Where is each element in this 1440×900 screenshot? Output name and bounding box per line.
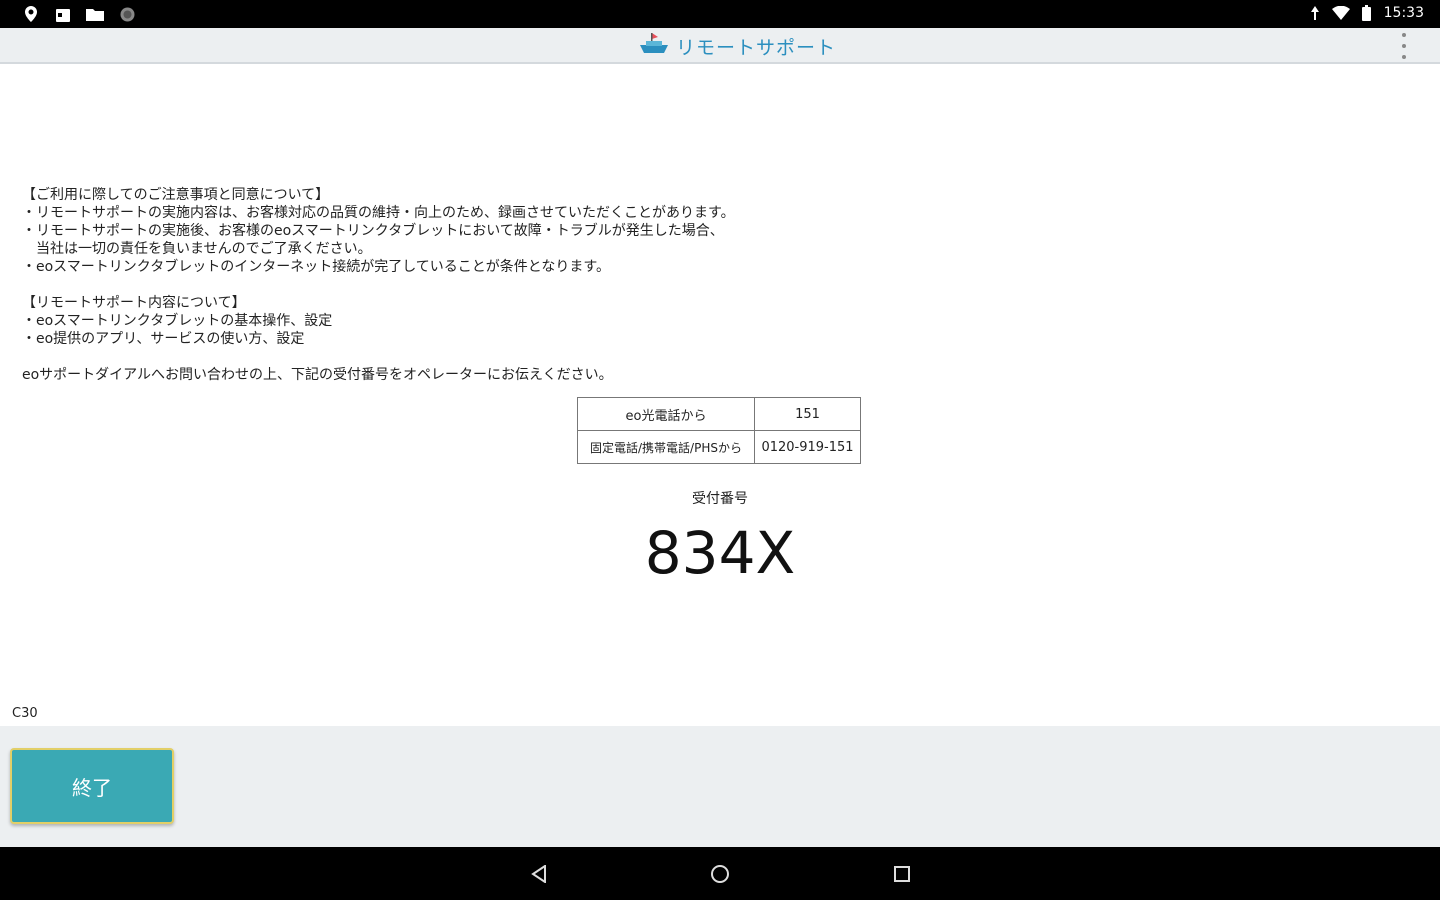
table-row: eo光電話から 151	[577, 397, 861, 431]
table-row: 固定電話/携帯電話/PHSから 0120-919-151	[577, 430, 861, 464]
notice-content: 【ご利用に際してのご注意事項と同意について】 ・リモートサポートの実施内容は、お…	[22, 186, 1122, 384]
wifi-icon	[1331, 4, 1350, 22]
back-icon[interactable]	[528, 863, 550, 885]
notice-line: 当社は一切の責任を負いませんのでご了承ください。	[22, 241, 372, 257]
battery-icon	[1358, 4, 1376, 22]
notice-line: ・リモートサポートの実施内容は、お客様対応の品質の維持・向上のため、録画させてい…	[22, 205, 735, 221]
notice-section2-title: 【リモートサポート内容について】	[22, 295, 246, 311]
notice-instruction: eoサポートダイアルへお問い合わせの上、下記の受付番号をオペレーターにお伝えくだ…	[22, 367, 613, 383]
signal-icon	[1306, 4, 1324, 22]
reception-label: 受付番号	[692, 491, 748, 507]
status-left-icons	[22, 5, 136, 23]
status-time: 15:33	[1383, 5, 1424, 21]
location-icon	[22, 5, 40, 23]
kebab-menu-icon[interactable]	[1394, 33, 1414, 59]
footer: 終了	[0, 726, 1440, 847]
home-icon[interactable]	[709, 863, 731, 885]
notice-section1-title: 【ご利用に際してのご注意事項と同意について】	[22, 187, 330, 203]
notice-line: ・eoスマートリンクタブレットのインターネット接続が完了していることが条件となり…	[22, 259, 610, 275]
app-bar: リモートサポート	[0, 28, 1440, 64]
circle-icon	[118, 5, 136, 23]
app-title: リモートサポート	[676, 36, 837, 59]
status-right: 15:33	[1306, 4, 1424, 22]
app-title-group: リモートサポート	[638, 31, 836, 61]
status-bar: 15:33	[0, 0, 1440, 28]
folder-icon	[86, 5, 104, 23]
table-cell-number: 0120-919-151	[754, 430, 861, 464]
remote-support-logo-icon	[638, 31, 672, 61]
notice-line: ・リモートサポートの実施後、お客様のeoスマートリンクタブレットにおいて故障・ト…	[22, 223, 724, 239]
code-label: C30	[12, 706, 38, 721]
notice-line: ・eoスマートリンクタブレットの基本操作、設定	[22, 313, 333, 329]
end-button[interactable]: 終了	[10, 748, 174, 824]
reception-number: 834X	[644, 519, 796, 587]
table-cell-number: 151	[754, 397, 861, 431]
table-cell-label: 固定電話/携帯電話/PHSから	[577, 430, 755, 464]
calendar-icon	[54, 5, 72, 23]
nav-bar	[0, 847, 1440, 900]
notice-line: ・eo提供のアプリ、サービスの使い方、設定	[22, 331, 305, 347]
phone-number-table: eo光電話から 151 固定電話/携帯電話/PHSから 0120-919-151	[577, 397, 861, 464]
recents-icon[interactable]	[891, 863, 913, 885]
table-cell-label: eo光電話から	[577, 397, 755, 431]
